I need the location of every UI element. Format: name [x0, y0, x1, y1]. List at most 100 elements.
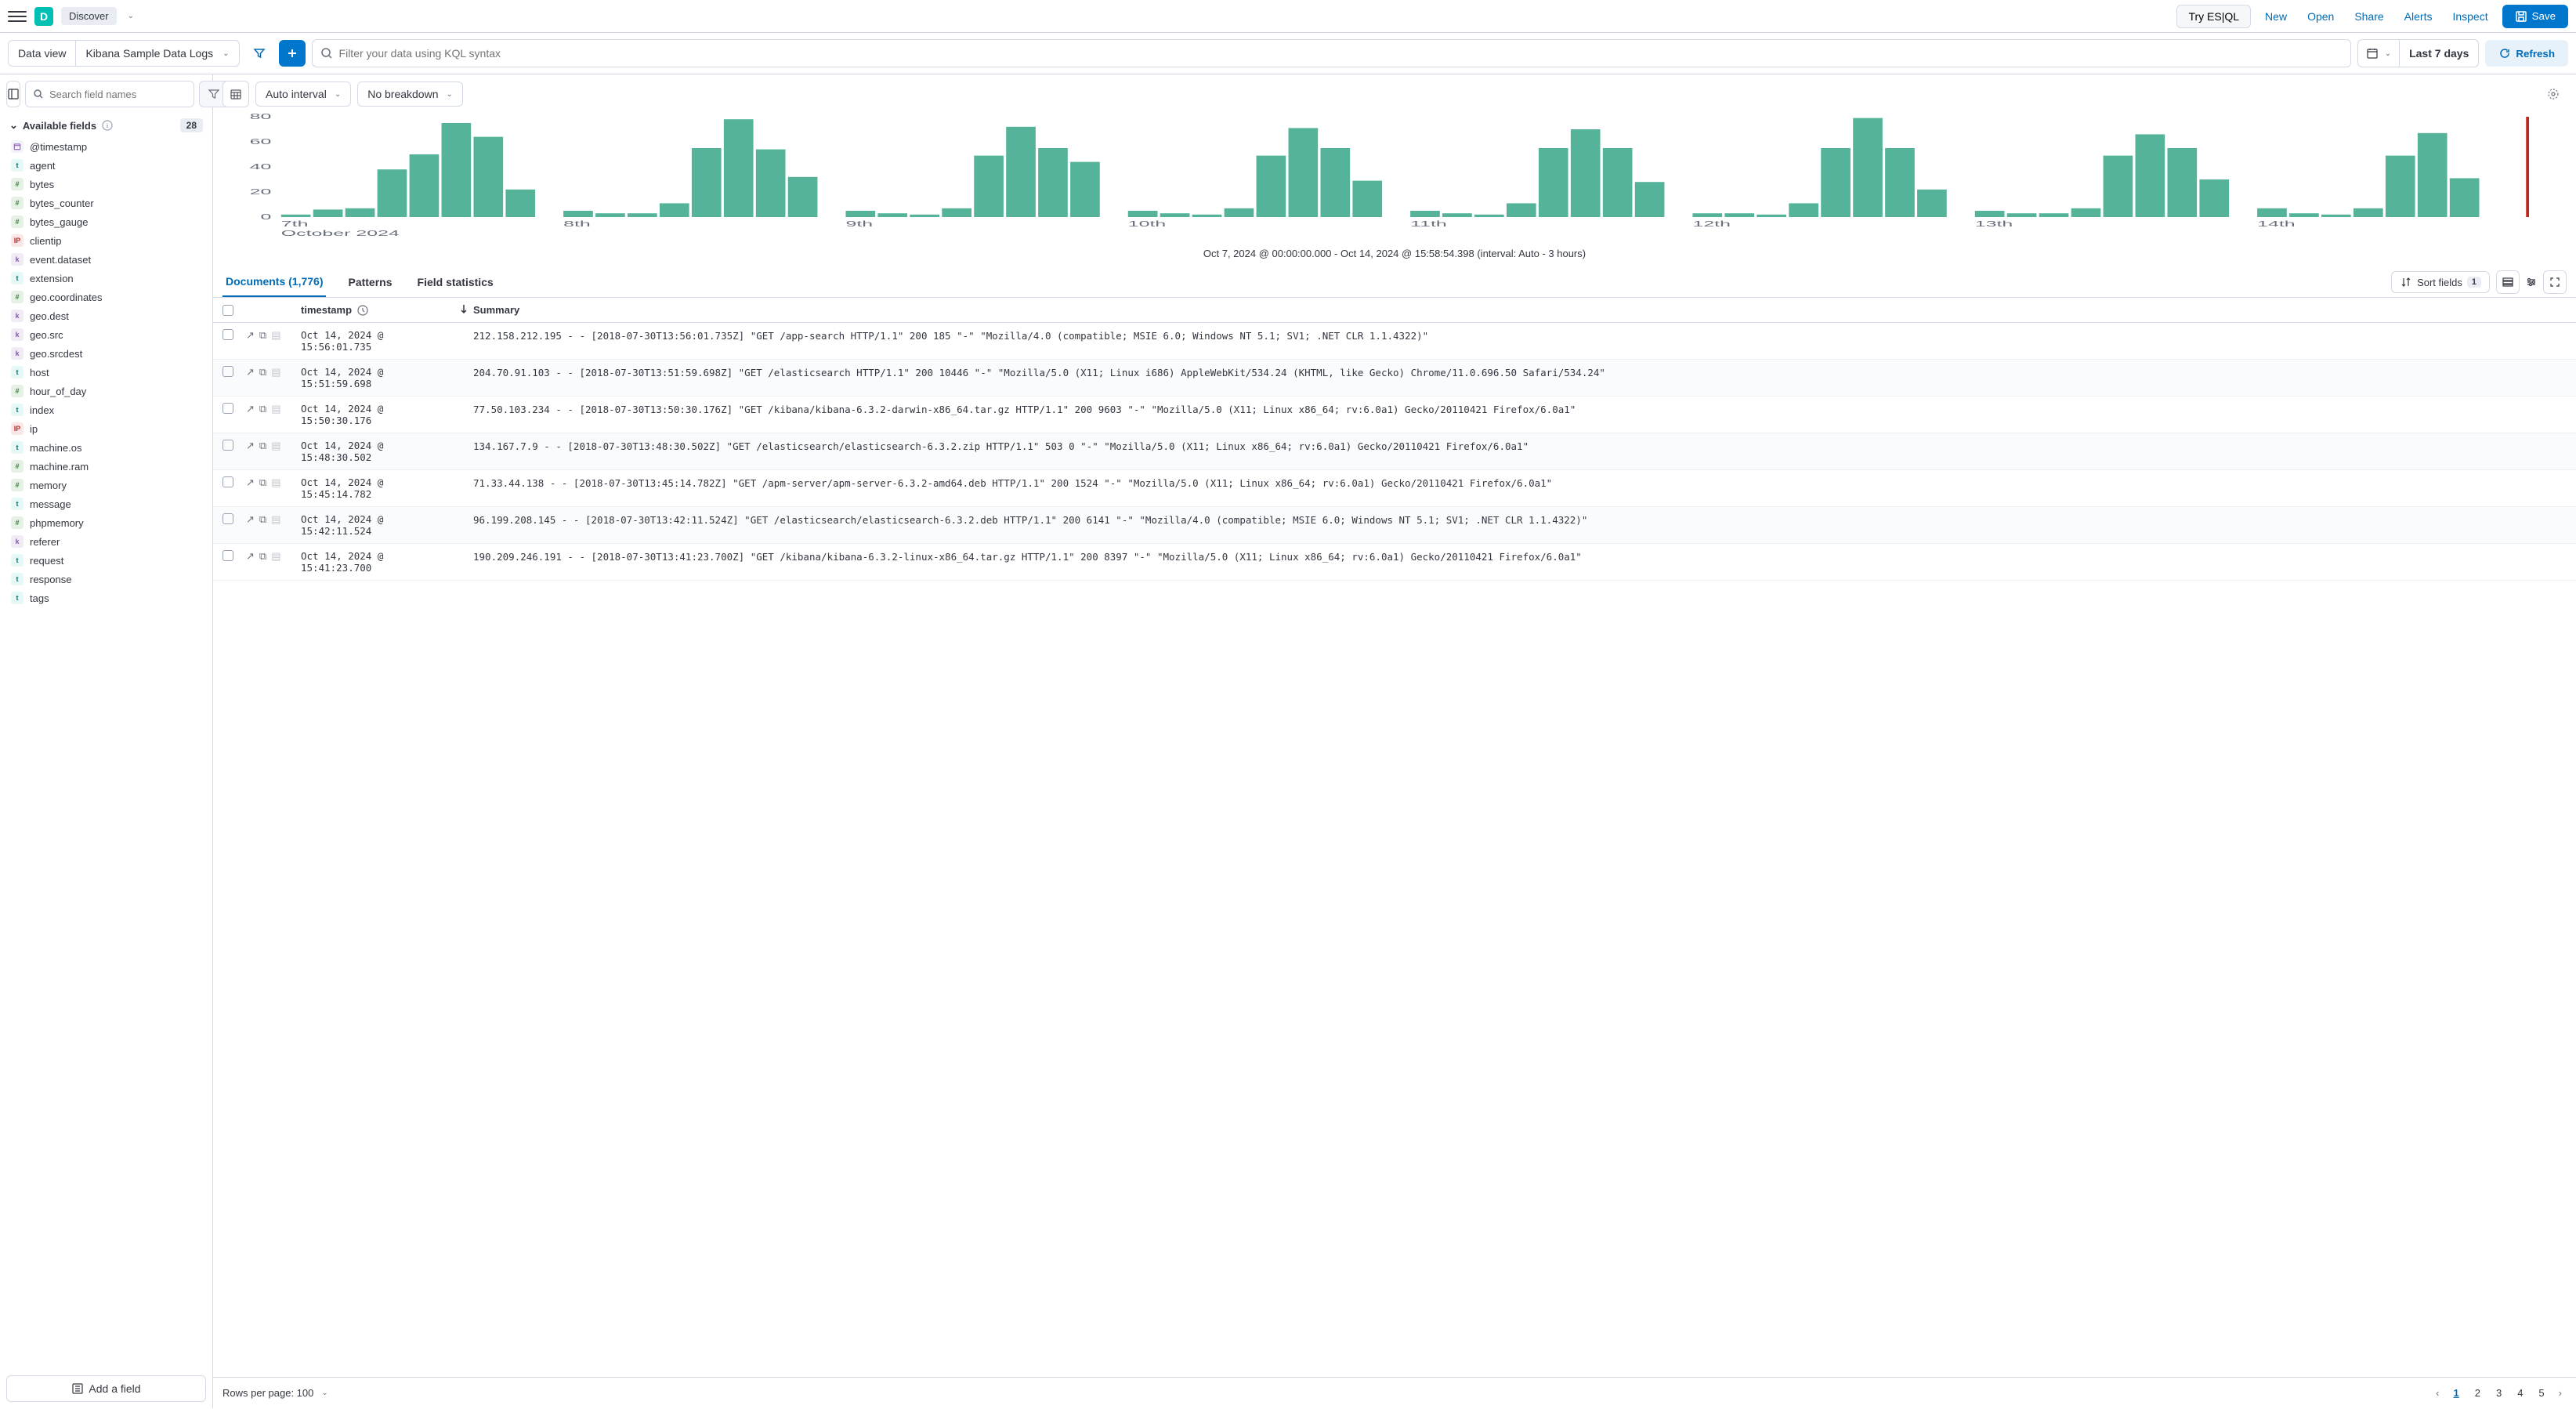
fullscreen-button[interactable]: [2543, 270, 2567, 294]
app-title-pill[interactable]: Discover: [61, 7, 117, 25]
view-doc-icon[interactable]: ▤: [271, 440, 280, 463]
page-number[interactable]: 2: [2469, 1384, 2487, 1402]
page-prev-button[interactable]: ‹: [2431, 1384, 2444, 1402]
main-menu-button[interactable]: [8, 7, 27, 26]
page-number[interactable]: 1: [2447, 1384, 2465, 1402]
field-item[interactable]: kreferer: [6, 532, 206, 551]
expand-row-icon[interactable]: ↗: [246, 550, 255, 574]
table-row[interactable]: ↗ ⧉ ▤ Oct 14, 2024 @ 15:56:01.735 212.15…: [213, 323, 2576, 360]
table-row[interactable]: ↗ ⧉ ▤ Oct 14, 2024 @ 15:42:11.524 96.199…: [213, 507, 2576, 544]
select-all-checkbox[interactable]: [223, 305, 233, 316]
field-item[interactable]: #bytes_gauge: [6, 212, 206, 231]
field-item[interactable]: kgeo.srcdest: [6, 344, 206, 363]
sort-fields-button[interactable]: Sort fields 1: [2391, 271, 2490, 293]
field-item[interactable]: textension: [6, 269, 206, 288]
field-item[interactable]: ttags: [6, 589, 206, 607]
row-checkbox[interactable]: [223, 366, 233, 377]
histogram-chart[interactable]: 0204060807th8th9th10th11th12th13th14thOc…: [223, 114, 2567, 239]
copy-row-icon[interactable]: ⧉: [259, 440, 266, 463]
col-summary-label[interactable]: Summary: [473, 304, 2567, 316]
display-options-button[interactable]: [2520, 270, 2543, 294]
table-row[interactable]: ↗ ⧉ ▤ Oct 14, 2024 @ 15:45:14.782 71.33.…: [213, 470, 2576, 507]
field-item[interactable]: tresponse: [6, 570, 206, 589]
field-item[interactable]: tindex: [6, 400, 206, 419]
table-row[interactable]: ↗ ⧉ ▤ Oct 14, 2024 @ 15:50:30.176 77.50.…: [213, 397, 2576, 433]
table-row[interactable]: ↗ ⧉ ▤ Oct 14, 2024 @ 15:41:23.700 190.20…: [213, 544, 2576, 581]
view-doc-icon[interactable]: ▤: [271, 513, 280, 537]
row-checkbox[interactable]: [223, 403, 233, 414]
col-timestamp-label[interactable]: timestamp: [301, 304, 352, 316]
row-checkbox[interactable]: [223, 476, 233, 487]
field-item[interactable]: IPclientip: [6, 231, 206, 250]
view-doc-icon[interactable]: ▤: [271, 403, 280, 426]
expand-row-icon[interactable]: ↗: [246, 366, 255, 389]
refresh-button[interactable]: Refresh: [2485, 40, 2568, 67]
field-item[interactable]: #geo.coordinates: [6, 288, 206, 306]
copy-row-icon[interactable]: ⧉: [259, 550, 266, 574]
expand-row-icon[interactable]: ↗: [246, 440, 255, 463]
tab-field-statistics[interactable]: Field statistics: [414, 268, 497, 296]
field-item[interactable]: trequest: [6, 551, 206, 570]
field-item[interactable]: @timestamp: [6, 137, 206, 156]
rows-per-page-selector[interactable]: Rows per page: 100 ⌄: [223, 1387, 328, 1399]
save-button[interactable]: Save: [2502, 5, 2568, 28]
row-checkbox[interactable]: [223, 513, 233, 524]
add-field-button[interactable]: Add a field: [6, 1375, 206, 1402]
copy-row-icon[interactable]: ⧉: [259, 476, 266, 500]
row-checkbox[interactable]: [223, 550, 233, 561]
page-number[interactable]: 4: [2511, 1384, 2529, 1402]
expand-row-icon[interactable]: ↗: [246, 476, 255, 500]
copy-row-icon[interactable]: ⧉: [259, 513, 266, 537]
app-switcher-chevron-icon[interactable]: ⌄: [128, 12, 134, 20]
field-item[interactable]: #bytes_counter: [6, 194, 206, 212]
row-checkbox[interactable]: [223, 440, 233, 451]
available-fields-header[interactable]: ⌄ Available fields 28: [6, 114, 206, 137]
expand-row-icon[interactable]: ↗: [246, 329, 255, 353]
alerts-link[interactable]: Alerts: [2398, 10, 2439, 23]
add-filter-button[interactable]: [279, 40, 306, 67]
field-item[interactable]: tagent: [6, 156, 206, 175]
filter-funnel-button[interactable]: [246, 40, 273, 67]
data-view-selector[interactable]: Kibana Sample Data Logs ⌄: [76, 40, 239, 67]
display-density-button[interactable]: [2496, 270, 2520, 294]
interval-selector[interactable]: Auto interval ⌄: [255, 81, 351, 107]
chart-options-button[interactable]: [2540, 81, 2567, 107]
date-range-picker[interactable]: ⌄ Last 7 days: [2357, 39, 2480, 67]
field-item[interactable]: #bytes: [6, 175, 206, 194]
row-checkbox[interactable]: [223, 329, 233, 340]
field-search-input[interactable]: [49, 89, 187, 100]
field-item[interactable]: kgeo.dest: [6, 306, 206, 325]
new-link[interactable]: New: [2259, 10, 2293, 23]
breakdown-selector[interactable]: No breakdown ⌄: [357, 81, 463, 107]
sort-desc-icon[interactable]: [458, 302, 470, 315]
field-item[interactable]: IPip: [6, 419, 206, 438]
table-row[interactable]: ↗ ⧉ ▤ Oct 14, 2024 @ 15:48:30.502 134.16…: [213, 433, 2576, 470]
field-item[interactable]: tmachine.os: [6, 438, 206, 457]
tab-patterns[interactable]: Patterns: [345, 268, 395, 296]
open-link[interactable]: Open: [2301, 10, 2340, 23]
field-item[interactable]: #memory: [6, 476, 206, 494]
inspect-link[interactable]: Inspect: [2446, 10, 2494, 23]
query-input-wrapper[interactable]: [312, 39, 2351, 67]
query-input[interactable]: [339, 47, 2343, 60]
view-doc-icon[interactable]: ▤: [271, 476, 280, 500]
sidebar-collapse-button[interactable]: [6, 81, 20, 107]
table-row[interactable]: ↗ ⧉ ▤ Oct 14, 2024 @ 15:51:59.698 204.70…: [213, 360, 2576, 397]
field-item[interactable]: #hour_of_day: [6, 382, 206, 400]
field-item[interactable]: kgeo.src: [6, 325, 206, 344]
expand-row-icon[interactable]: ↗: [246, 403, 255, 426]
field-search-wrapper[interactable]: [25, 81, 194, 107]
copy-row-icon[interactable]: ⧉: [259, 366, 266, 389]
field-item[interactable]: tmessage: [6, 494, 206, 513]
tab-documents[interactable]: Documents (1,776): [223, 267, 326, 297]
histogram-toggle-button[interactable]: [223, 81, 249, 107]
page-number[interactable]: 3: [2490, 1384, 2508, 1402]
view-doc-icon[interactable]: ▤: [271, 550, 280, 574]
field-item[interactable]: #machine.ram: [6, 457, 206, 476]
page-number[interactable]: 5: [2532, 1384, 2550, 1402]
page-next-button[interactable]: ›: [2554, 1384, 2567, 1402]
share-link[interactable]: Share: [2348, 10, 2390, 23]
expand-row-icon[interactable]: ↗: [246, 513, 255, 537]
copy-row-icon[interactable]: ⧉: [259, 403, 266, 426]
field-item[interactable]: thost: [6, 363, 206, 382]
